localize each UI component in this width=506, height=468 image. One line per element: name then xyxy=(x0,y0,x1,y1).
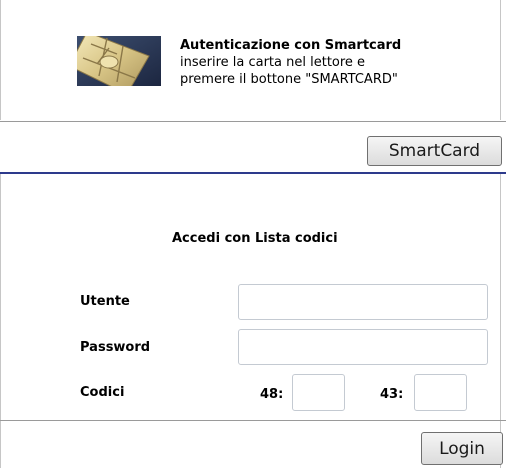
smartcard-instruction-line2: premere il bottone "SMARTCARD" xyxy=(180,72,398,87)
code1-number: 48: xyxy=(260,387,284,402)
smartcard-chip-icon xyxy=(77,36,161,86)
password-label: Password xyxy=(80,340,151,355)
password-input[interactable] xyxy=(238,329,488,365)
login-divider xyxy=(0,420,506,421)
user-input[interactable] xyxy=(238,284,488,320)
code2-input[interactable] xyxy=(414,374,467,411)
smartcard-title: Autenticazione con Smartcard xyxy=(180,38,402,53)
code2-number: 43: xyxy=(380,387,404,402)
code1-input[interactable] xyxy=(292,374,345,411)
login-page: Autenticazione con Smartcard inserire la… xyxy=(0,0,506,468)
codes-label: Codici xyxy=(80,385,125,400)
codes-section xyxy=(0,174,501,468)
codes-section-title: Accedi con Lista codici xyxy=(172,231,338,246)
smartcard-button[interactable]: SmartCard xyxy=(367,136,502,166)
smartcard-divider xyxy=(0,121,506,122)
user-label: Utente xyxy=(80,294,130,309)
login-button[interactable]: Login xyxy=(421,432,503,465)
smartcard-instruction-line1: inserire la carta nel lettore e xyxy=(180,55,366,70)
